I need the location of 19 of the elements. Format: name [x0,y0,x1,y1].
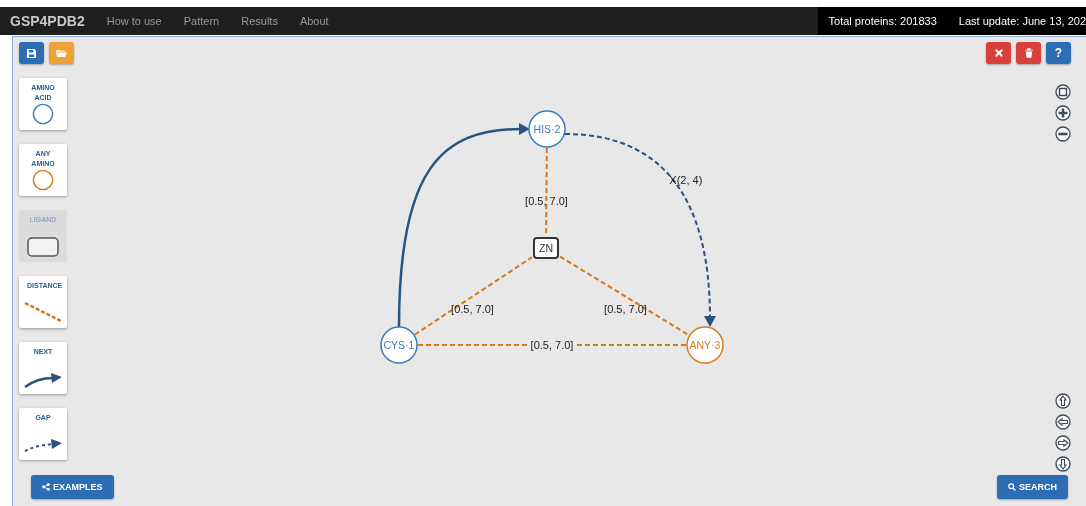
node-label: ANY·3 [689,339,721,351]
edge-label: [0.5, 7.0] [604,302,647,315]
examples-button[interactable]: EXAMPLES [31,475,114,499]
stat-text: Total proteins: 201833 [828,15,937,27]
edge-label: [0.5, 7.0] [530,339,574,351]
help-button[interactable]: ? [1046,42,1071,64]
edge-label: X(2, 4) [669,173,703,186]
nav-link[interactable]: Results [241,15,278,27]
node-label: ZN [539,242,553,254]
search-button[interactable]: SEARCH [997,475,1068,499]
stat-text: Last update: June 13, 202 [958,15,1086,27]
brand-logo[interactable]: GSP4PDB2 [10,13,85,29]
nav-link[interactable]: Pattern [183,15,220,27]
nav-link[interactable]: About [299,15,329,27]
node-label: HIS·2 [533,123,561,135]
edge-label: [0.5, 7.0] [525,194,568,207]
nav-link[interactable]: How to use [106,15,162,27]
node-label: CYS·1 [383,339,415,351]
edge-label: [0.5, 7.0] [451,302,494,315]
